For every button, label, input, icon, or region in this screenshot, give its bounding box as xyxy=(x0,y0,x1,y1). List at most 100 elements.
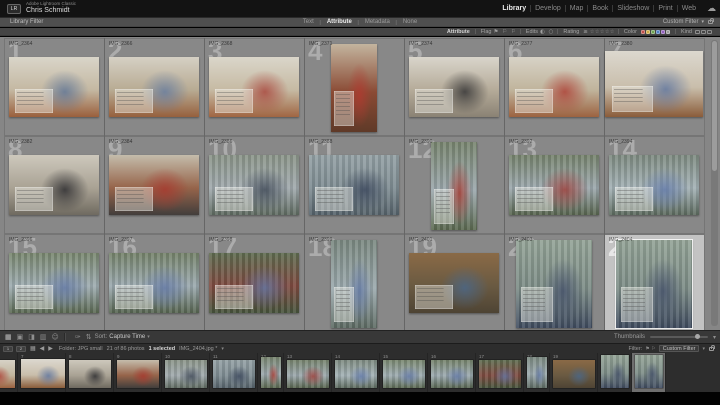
filmstrip-thumb-11[interactable]: 11 xyxy=(210,353,258,392)
filmstrip-header-bar: 1 2 ▦ ◀ ▶ Folder: JPG small 21 of 86 pho… xyxy=(0,343,720,353)
color-chip[interactable] xyxy=(646,30,650,34)
loupe-view-icon[interactable]: ▣ xyxy=(17,333,24,341)
painter-icon[interactable]: ✑ xyxy=(75,333,81,341)
filter-tab-text[interactable]: Text xyxy=(300,19,317,25)
lock-icon[interactable] xyxy=(708,20,713,24)
module-print[interactable]: Print xyxy=(654,5,676,12)
survey-view-icon[interactable]: ▥ xyxy=(40,333,47,341)
source-folder: Folder: JPG small xyxy=(59,346,103,352)
grid-cell-17[interactable]: 17IMG_2398 xyxy=(205,235,304,330)
filmstrip-thumb-21[interactable]: 21 xyxy=(632,353,666,392)
watermark-overlay xyxy=(115,89,153,113)
filmstrip-thumb-9[interactable]: 9 xyxy=(114,353,162,392)
module-web[interactable]: Web xyxy=(678,5,700,12)
filmstrip-thumb-17[interactable]: 17 xyxy=(476,353,524,392)
grid-cell-14[interactable]: 14IMG_2394 xyxy=(605,137,704,233)
filmstrip-thumb-8[interactable]: 8 xyxy=(66,353,114,392)
sort-direction-icon[interactable]: ⇅ xyxy=(86,333,92,341)
rating-operator[interactable]: ≥ xyxy=(583,29,588,35)
grid-scrollbar[interactable] xyxy=(711,40,718,326)
grid-shortcut-icon[interactable]: ▦ xyxy=(30,345,36,352)
filmstrip-source-indicator[interactable]: Folder: JPG small 21 of 86 photos 1 sele… xyxy=(59,346,224,352)
grid-cell-2[interactable]: 2IMG_2366 xyxy=(105,39,204,135)
filmstrip-thumb-20[interactable]: 20 xyxy=(598,353,632,392)
lock-icon[interactable] xyxy=(709,347,714,351)
grid-cell-16[interactable]: 16IMG_2397 xyxy=(105,235,204,330)
forward-arrow-icon[interactable]: ▶ xyxy=(48,345,53,352)
module-develop[interactable]: Develop xyxy=(531,5,565,12)
custom-filter-dropdown[interactable]: Custom Filter ▾ xyxy=(663,19,713,25)
edits-filter-icons[interactable]: ◐ ○ xyxy=(540,29,554,35)
grid-cell-19[interactable]: 19IMG_2401 xyxy=(405,235,504,330)
compare-view-icon[interactable]: ◨ xyxy=(28,333,35,341)
tab-separator xyxy=(320,20,321,25)
sort-value-dropdown[interactable]: Capture Time xyxy=(109,334,145,340)
filmstrip-thumb-10[interactable]: 10 xyxy=(162,353,210,392)
watermark-overlay xyxy=(15,89,53,113)
color-chip[interactable] xyxy=(666,30,670,34)
custom-filter-label: Custom Filter xyxy=(663,19,699,25)
filmstrip-thumb-7[interactable]: 7 xyxy=(18,353,66,392)
cloud-sync-icon[interactable]: ☁ xyxy=(707,4,716,14)
slider-knob[interactable] xyxy=(695,334,700,339)
grid-cell-10[interactable]: 10IMG_2386 xyxy=(205,137,304,233)
grid-cell-6[interactable]: 6IMG_2377 xyxy=(505,39,604,135)
chevron-down-icon: ▾ xyxy=(702,346,705,352)
toolbar-chevron-icon[interactable]: ▾ xyxy=(713,334,716,341)
filmstrip-thumb-12[interactable]: 12 xyxy=(258,353,284,392)
filmstrip-thumb-19[interactable]: 19 xyxy=(550,353,598,392)
grid-scrollbar-thumb[interactable] xyxy=(712,41,717,171)
grid-cell-4[interactable]: 4IMG_2371 xyxy=(305,39,404,135)
kind-virtual-copy-icon[interactable] xyxy=(701,30,706,34)
color-chip[interactable] xyxy=(661,30,665,34)
people-view-icon[interactable]: ☺ xyxy=(52,333,59,341)
filter-tab-attribute[interactable]: Attribute xyxy=(324,19,355,25)
color-chip[interactable] xyxy=(656,30,660,34)
watermark-overlay xyxy=(215,187,253,211)
filmstrip-thumb-16[interactable]: 16 xyxy=(428,353,476,392)
main-window-button[interactable]: 1 xyxy=(3,346,13,352)
module-slideshow[interactable]: Slideshow xyxy=(613,5,653,12)
filmstrip-photo xyxy=(261,357,281,388)
grid-cell-5[interactable]: 5IMG_2374 xyxy=(405,39,504,135)
back-arrow-icon[interactable]: ◀ xyxy=(40,345,45,352)
grid-cell-11[interactable]: 11IMG_2388 xyxy=(305,137,404,233)
grid-cell-20[interactable]: 20IMG_2403 xyxy=(505,235,604,330)
color-chip[interactable] xyxy=(651,30,655,34)
filmstrip-thumb-18[interactable]: 18 xyxy=(524,353,550,392)
grid-cell-3[interactable]: 3IMG_2368 xyxy=(205,39,304,135)
thumbnails-label: Thumbnails xyxy=(614,334,645,340)
kind-video-icon[interactable] xyxy=(707,30,712,34)
grid-cell-21[interactable]: 21IMG_2404 xyxy=(605,235,704,330)
second-window-button[interactable]: 2 xyxy=(16,346,26,352)
module-map[interactable]: Map xyxy=(566,5,588,12)
color-label: Color xyxy=(624,29,637,35)
filmstrip-thumb-13[interactable]: 13 xyxy=(284,353,332,392)
grid-cell-7[interactable]: 7IMG_2380 xyxy=(605,39,704,135)
watermark-overlay xyxy=(334,91,353,126)
grid-cell-18[interactable]: 18IMG_2399 xyxy=(305,235,404,330)
filter-tab-metadata[interactable]: Metadata xyxy=(362,19,393,25)
filmstrip-thumb-6[interactable]: 6 xyxy=(0,353,18,392)
thumbnail-size-slider[interactable] xyxy=(650,336,708,338)
grid-cell-13[interactable]: 13IMG_2392 xyxy=(505,137,604,233)
grid-cell-8[interactable]: 8IMG_2382 xyxy=(5,137,104,233)
filmstrip-thumb-14[interactable]: 14 xyxy=(332,353,380,392)
grid-cell-9[interactable]: 9IMG_2384 xyxy=(105,137,204,233)
module-book[interactable]: Book xyxy=(588,5,612,12)
filter-tab-none[interactable]: None xyxy=(400,19,420,25)
kind-master-icon[interactable] xyxy=(695,30,700,34)
filmstrip-custom-filter-dropdown[interactable]: Custom Filter xyxy=(659,345,700,352)
filmstrip-thumb-15[interactable]: 15 xyxy=(380,353,428,392)
color-chip[interactable] xyxy=(641,30,645,34)
flag-filter-icons[interactable]: ⚑ ⚐ ⚐ xyxy=(494,29,517,35)
grid-cell-15[interactable]: 15IMG_2396 xyxy=(5,235,104,330)
rating-stars[interactable]: ☆☆☆☆☆ xyxy=(590,29,615,35)
grid-view-icon[interactable]: ▦ xyxy=(5,333,12,341)
grid-cell-12[interactable]: 12IMG_2390 xyxy=(405,137,504,233)
filmstrip-flag-filter-icons[interactable]: ⚑ ⚐ xyxy=(645,346,656,352)
module-library[interactable]: Library xyxy=(498,5,530,12)
library-filter-bar: Library Filter TextAttributeMetadataNone… xyxy=(0,17,720,27)
cell-filename: IMG_2377 xyxy=(509,41,532,47)
grid-cell-1[interactable]: 1IMG_2364 xyxy=(5,39,104,135)
